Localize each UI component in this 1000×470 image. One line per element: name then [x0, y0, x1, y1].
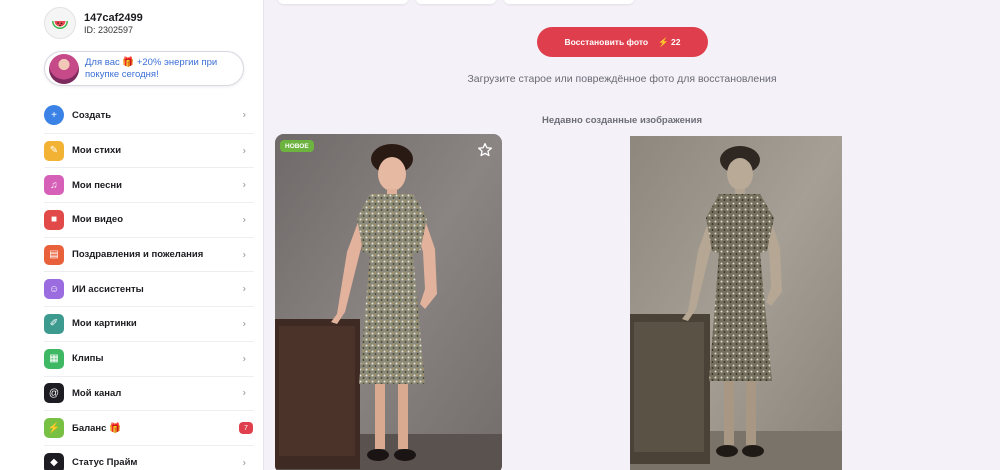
chevron-right-icon: ›	[242, 457, 246, 469]
sidebar-item-label: Мои стихи	[72, 145, 122, 157]
chevron-right-icon: ›	[242, 109, 246, 121]
chevron-right-icon: ›	[242, 249, 246, 261]
promo-avatar	[49, 54, 79, 84]
top-tab-1[interactable]	[278, 0, 408, 4]
sidebar-item-label: Мои песни	[72, 179, 122, 191]
restored-photo-card[interactable]: НОВОЕ	[275, 134, 502, 470]
pencil-icon: ✎	[44, 140, 64, 161]
sidebar-item-clips[interactable]: ▦ Клипы ›	[44, 340, 254, 376]
sidebar-item-greetings[interactable]: ▤ Поздравления и пожелания ›	[44, 236, 254, 272]
sidebar-item-label: Мои картинки	[72, 318, 137, 330]
sidebar-item-label: Клипы	[72, 353, 104, 365]
sidebar-item-label: Создать	[72, 109, 112, 121]
restore-photo-button[interactable]: Восстановить фото ⚡ 22	[537, 27, 708, 57]
sidebar: 147caf2499 ID: 2302597 Для вас 🎁 +20% эн…	[0, 0, 264, 470]
main-content: Восстановить фото ⚡ 22 Загрузите старое …	[264, 0, 980, 470]
recent-images-title: Недавно созданные изображения	[541, 115, 703, 126]
energy-cost: ⚡ 22	[658, 36, 681, 47]
at-sign-icon: @	[44, 383, 64, 404]
star-icon[interactable]	[477, 142, 493, 158]
sidebar-item-label: Поздравления и пожелания	[72, 249, 204, 261]
promo-banner[interactable]: Для вас 🎁 +20% энергии при покупке сегод…	[44, 51, 244, 86]
sidebar-item-poems[interactable]: ✎ Мои стихи ›	[44, 132, 254, 168]
chevron-right-icon: ›	[242, 318, 246, 330]
video-camera-icon: ■	[44, 209, 64, 230]
sidebar-item-label: Мой канал	[72, 387, 122, 399]
plus-icon: +	[44, 105, 64, 126]
music-note-icon: ♫	[44, 175, 64, 196]
restore-button-label: Восстановить фото	[564, 37, 649, 47]
chevron-right-icon: ›	[242, 387, 246, 399]
promo-text: Для вас 🎁 +20% энергии при покупке сегод…	[85, 57, 218, 80]
chevron-right-icon: ›	[242, 214, 246, 226]
lightning-icon: ⚡	[44, 418, 64, 439]
sidebar-item-songs[interactable]: ♫ Мои песни ›	[44, 167, 254, 202]
sidebar-item-label: ИИ ассистенты	[72, 283, 144, 295]
diamond-icon: ◆	[44, 452, 64, 470]
brush-icon: ✐	[44, 313, 64, 334]
chevron-right-icon: ›	[242, 145, 246, 157]
new-badge: НОВОЕ	[280, 140, 314, 152]
chevron-right-icon: ›	[242, 179, 246, 191]
sidebar-menu: + Создать › ✎ Мои стихи › ♫ Мои песни › …	[44, 98, 254, 470]
chevron-right-icon: ›	[242, 283, 246, 295]
film-icon: ▦	[44, 348, 64, 369]
sidebar-item-prime-status[interactable]: ◆ Статус Прайм ›	[44, 444, 254, 470]
sidebar-item-channel[interactable]: @ Мой канал ›	[44, 375, 254, 411]
restored-photo	[275, 134, 502, 470]
top-tab-2[interactable]	[416, 0, 496, 4]
user-profile[interactable]: 147caf2499 ID: 2302597	[44, 7, 143, 39]
upload-instructions: Загрузите старое или повреждённое фото д…	[467, 73, 777, 85]
user-name: 147caf2499	[84, 12, 143, 24]
sidebar-item-ai-assistants[interactable]: ☺ ИИ ассистенты ›	[44, 271, 254, 306]
sidebar-item-pictures[interactable]: ✐ Мои картинки ›	[44, 306, 254, 341]
sidebar-item-label: Мои видео	[72, 214, 123, 226]
sidebar-item-label: Баланс 🎁	[72, 422, 121, 434]
original-photo[interactable]	[630, 136, 842, 470]
notification-badge: 7	[239, 422, 253, 435]
document-icon: ▤	[44, 244, 64, 265]
top-tab-strip	[278, 0, 634, 4]
sidebar-item-label: Статус Прайм	[72, 457, 138, 469]
user-id: ID: 2302597	[84, 25, 134, 35]
top-tab-3[interactable]	[504, 0, 634, 4]
sidebar-item-balance[interactable]: ⚡ Баланс 🎁 7	[44, 410, 254, 445]
sidebar-item-videos[interactable]: ■ Мои видео ›	[44, 202, 254, 237]
sidebar-item-create[interactable]: + Создать ›	[44, 98, 254, 133]
watermelon-logo-icon	[44, 7, 76, 39]
smiley-icon: ☺	[44, 279, 64, 300]
chevron-right-icon: ›	[242, 353, 246, 365]
